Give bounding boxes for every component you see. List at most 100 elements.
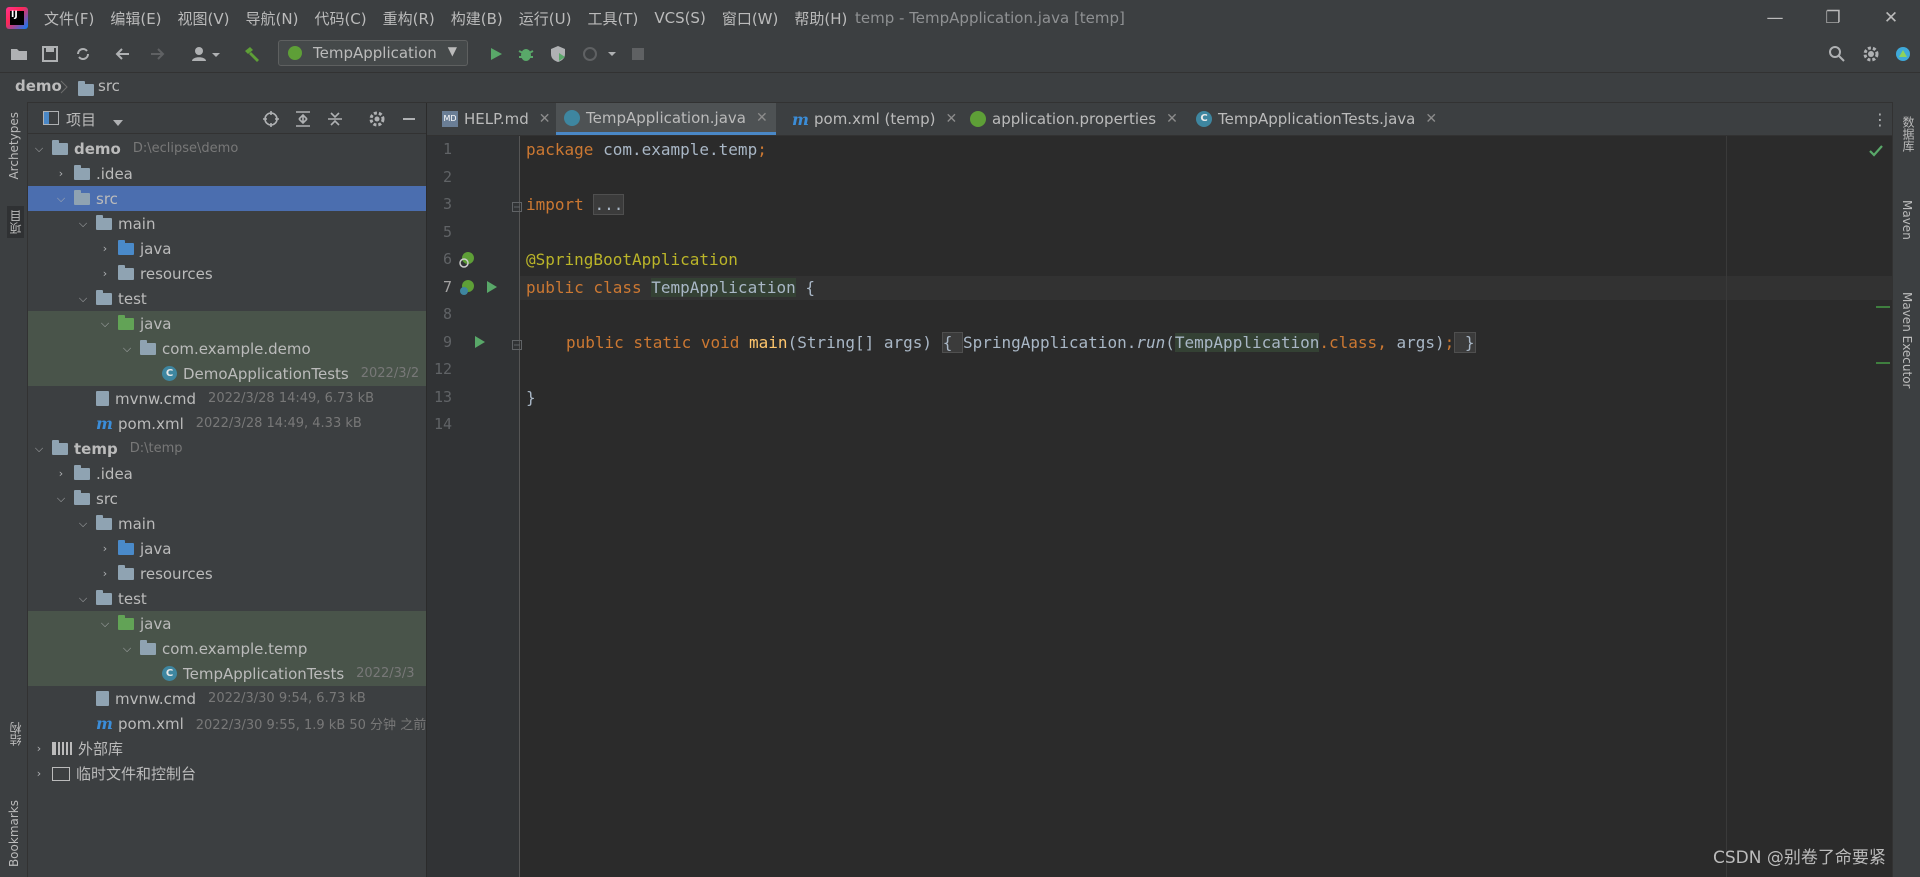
chevron-right-icon[interactable]: › [98,267,112,280]
maven-tool-button[interactable]: Maven [1900,200,1914,240]
menu-code[interactable]: 代码(C) [306,8,374,29]
tree-item-pom-temp[interactable]: ›mpom.xml2022/3/30 9:55, 1.9 kB 50 分钟 之前 [28,711,426,736]
run-gutter-icon[interactable] [474,335,486,353]
chevron-down-icon[interactable]: ⌵ [32,442,46,456]
tree-item-src-temp[interactable]: ⌵ src [28,486,426,511]
chevron-right-icon[interactable]: › [32,742,46,755]
tree-item-package-temp[interactable]: ⌵ com.example.temp [28,636,426,661]
close-tab-icon[interactable]: ✕ [1166,111,1178,127]
chevron-right-icon[interactable]: › [54,467,68,480]
settings-gear-icon[interactable] [1861,44,1881,64]
chevron-right-icon[interactable]: › [98,567,112,580]
fold-icon[interactable] [512,336,522,354]
forward-arrow-icon[interactable] [147,44,167,64]
structure-tool-button[interactable]: 结构 [7,722,24,746]
menu-navigate[interactable]: 导航(N) [238,8,307,29]
archetypes-tool-button[interactable]: Archetypes [7,112,21,180]
menu-view[interactable]: 视图(V) [170,8,238,29]
chevron-right-icon[interactable]: › [98,242,112,255]
run-gutter-icon[interactable] [486,280,498,298]
close-tab-icon[interactable]: ✕ [756,110,768,126]
chevron-down-icon[interactable]: ⌵ [54,192,68,206]
chevron-down-icon[interactable]: ⌵ [76,592,90,606]
tree-item-java[interactable]: › java [28,236,426,261]
tree-item-idea[interactable]: › .idea [28,161,426,186]
project-tool-button[interactable]: 项目 [7,206,24,238]
spring-bean-icon[interactable] [458,251,476,273]
hide-panel-icon[interactable] [400,110,418,132]
tab-pom-xml[interactable]: m pom.xml (temp) ✕ [786,103,963,135]
chevron-right-icon[interactable]: › [54,167,68,180]
build-hammer-icon[interactable] [242,44,262,64]
spring-bean-icon[interactable] [458,279,476,301]
tree-item-temp-tests[interactable]: ›CTempApplicationTests2022/3/3 [28,661,426,686]
tree-item-resources-temp[interactable]: › resources [28,561,426,586]
tab-application-properties[interactable]: application.properties ✕ [964,103,1184,135]
tab-temp-application-tests[interactable]: C TempApplicationTests.java ✕ [1190,103,1443,135]
chevron-down-icon[interactable]: ⌵ [120,642,134,656]
menu-help[interactable]: 帮助(H) [786,8,855,29]
debug-bug-icon[interactable] [516,44,536,64]
run-icon[interactable] [486,44,506,64]
tree-item-demo-tests[interactable]: ›CDemoApplicationTests2022/3/2 [28,361,426,386]
tree-item-test-java[interactable]: ⌵ java [28,311,426,336]
chevron-down-icon[interactable]: ⌵ [76,292,90,306]
close-tab-icon[interactable]: ✕ [1425,111,1437,127]
chevron-down-icon[interactable]: ⌵ [54,492,68,506]
save-icon[interactable] [40,44,60,64]
stop-icon[interactable] [628,44,648,64]
breadcrumb-project[interactable]: demo [15,77,62,95]
coverage-shield-icon[interactable] [548,44,568,64]
search-icon[interactable] [1827,44,1847,64]
chevron-down-icon[interactable]: ⌵ [76,517,90,531]
chevron-down-icon[interactable]: ⌵ [120,342,134,356]
tree-item-test[interactable]: ⌵ test [28,286,426,311]
maven-executor-tool-button[interactable]: Maven Executor [1900,292,1914,389]
menu-window[interactable]: 窗口(W) [714,8,787,29]
tree-item-temp[interactable]: ⌵ temp D:\temp [28,436,426,461]
chevron-down-icon[interactable]: ⌵ [76,217,90,231]
chevron-down-icon[interactable]: ⌵ [98,317,112,331]
fold-icon[interactable] [512,198,522,216]
menu-refactor[interactable]: 重构(R) [375,8,443,29]
tree-item-mvnw-temp[interactable]: ›mvnw.cmd2022/3/30 9:54, 6.73 kB [28,686,426,711]
menu-file[interactable]: 文件(F) [36,8,102,29]
tab-help-md[interactable]: MD HELP.md ✕ [436,103,556,135]
menu-vcs[interactable]: VCS(S) [646,9,713,27]
tree-item-resources[interactable]: › resources [28,261,426,286]
jetbrains-toolbox-icon[interactable] [1893,44,1913,64]
menu-build[interactable]: 构建(B) [443,8,511,29]
chevron-right-icon[interactable]: › [98,542,112,555]
back-arrow-icon[interactable] [113,44,133,64]
tree-item-java-temp[interactable]: › java [28,536,426,561]
locate-crosshair-icon[interactable] [262,110,280,132]
expand-all-icon[interactable] [294,110,312,132]
minimize-button[interactable]: — [1750,0,1800,36]
sync-icon[interactable] [73,44,93,64]
user-dropdown-icon[interactable] [190,44,222,64]
tree-item-mvnw-demo[interactable]: ›mvnw.cmd2022/3/28 14:49, 6.73 kB [28,386,426,411]
tree-item-demo[interactable]: ⌵ demo D:\eclipse\demo [28,136,426,161]
chevron-right-icon[interactable]: › [32,767,46,780]
menu-edit[interactable]: 编辑(E) [102,8,169,29]
collapse-all-icon[interactable] [326,110,344,132]
breadcrumb-folder[interactable]: src [98,77,120,95]
close-tab-icon[interactable]: ✕ [945,111,957,127]
panel-settings-gear-icon[interactable] [368,110,386,132]
tree-item-external-libraries[interactable]: › 外部库 [28,736,426,761]
chevron-down-icon[interactable] [112,113,124,131]
tree-item-package-demo[interactable]: ⌵ com.example.demo [28,336,426,361]
tab-temp-application[interactable]: TempApplication.java ✕ [556,103,776,135]
tree-item-src[interactable]: ⌵ src [28,186,426,211]
tree-item-pom-demo[interactable]: ›mpom.xml2022/3/28 14:49, 4.33 kB [28,411,426,436]
tree-item-test-java-temp[interactable]: ⌵ java [28,611,426,636]
profiler-dropdown-icon[interactable] [580,44,620,64]
chevron-down-icon[interactable]: ⌵ [32,142,46,156]
tree-item-idea-temp[interactable]: › .idea [28,461,426,486]
restore-button[interactable]: ❐ [1808,0,1858,36]
more-tabs-icon[interactable]: ⋮ [1872,110,1888,129]
run-configuration-select[interactable]: TempApplication ▼ [278,40,468,66]
tree-item-main-temp[interactable]: ⌵ main [28,511,426,536]
inspection-ok-check-icon[interactable] [1868,144,1884,162]
tree-item-scratches[interactable]: › 临时文件和控制台 [28,761,426,786]
